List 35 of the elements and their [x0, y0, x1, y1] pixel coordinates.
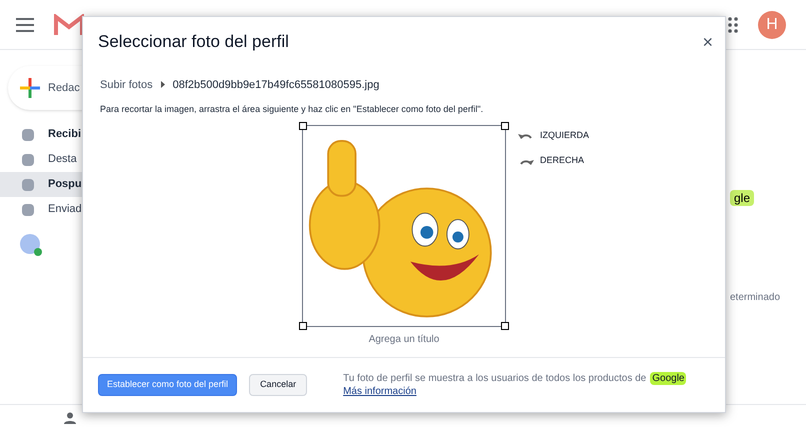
folder-icon: [22, 128, 34, 140]
dialog-title: Seleccionar foto del perfil: [98, 31, 289, 53]
caret-icon: [160, 81, 165, 88]
crop-handle[interactable]: [299, 322, 307, 330]
folder-label: Desta: [48, 152, 77, 168]
crop-handle[interactable]: [501, 122, 509, 130]
plus-icon: [20, 78, 40, 98]
more-info-link[interactable]: Más información: [343, 385, 686, 398]
cancel-button[interactable]: Cancelar: [249, 374, 308, 396]
folder-icon: [22, 204, 34, 216]
breadcrumb-link[interactable]: Subir fotos: [100, 76, 153, 93]
rotate-button[interactable]: IZQUIERDA: [518, 128, 590, 142]
setting-text: eterminado: [730, 291, 780, 305]
sidebar-item[interactable]: Enviad: [0, 197, 190, 222]
menu-icon[interactable]: [16, 18, 34, 32]
person-icon[interactable]: [64, 412, 76, 424]
rotate-button[interactable]: DERECHA: [518, 154, 590, 168]
crop-handle[interactable]: [501, 322, 509, 330]
folder-label: Enviad: [48, 202, 82, 218]
sidebar-item[interactable]: Recibi: [0, 122, 190, 147]
instruction-text: Para recortar la imagen, arrastra el área siguiente y haz clic en "Establecer como foto del perfil".: [99, 103, 484, 116]
folder-label: Recibi: [48, 127, 82, 142]
brand-label: Google: [650, 372, 686, 385]
crop-handle[interactable]: [299, 122, 307, 130]
logo-icon: [54, 14, 84, 36]
folder-icon: [22, 178, 34, 190]
sidebar-item[interactable]: Desta: [0, 147, 190, 172]
file-name: 08f2b500d9bb9e17b49fc65581080595.jpg: [172, 78, 380, 92]
caption-field[interactable]: Agrega un título: [368, 332, 440, 346]
close-button[interactable]: ×: [702, 32, 713, 51]
folder-label: Pospu: [48, 177, 82, 192]
contact-avatar-icon[interactable]: [20, 234, 40, 254]
folder-icon: [22, 154, 34, 166]
tag-label: gle: [730, 190, 754, 206]
info-text: Tu foto de perfil se muestra a los usuarios de todos los productos de: [343, 372, 646, 385]
